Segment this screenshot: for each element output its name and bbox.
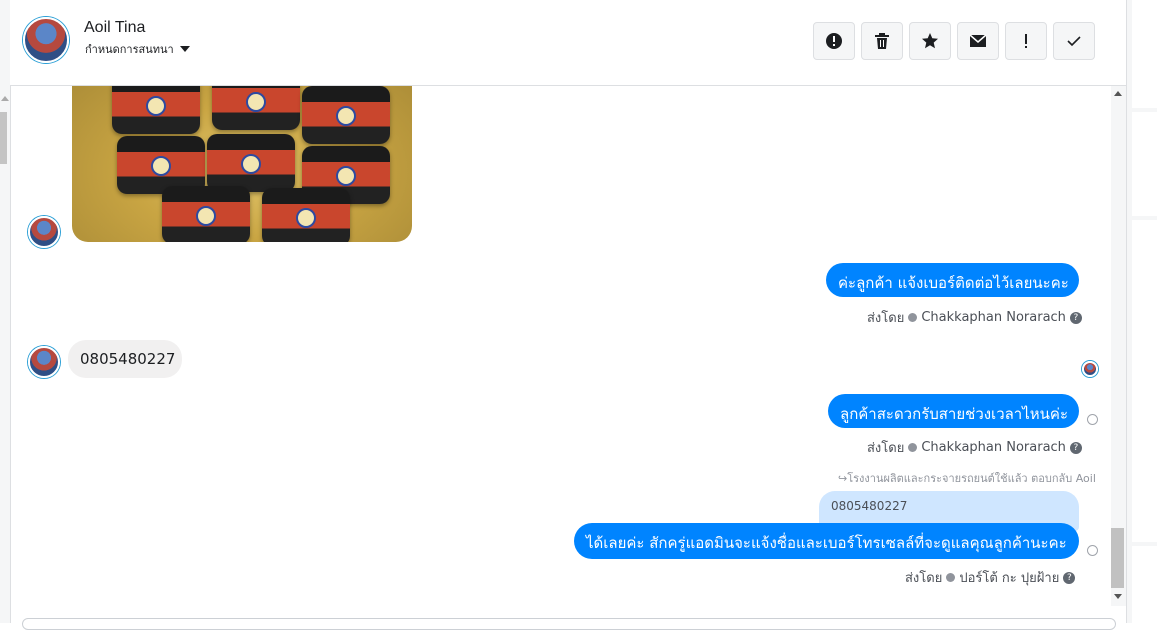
scroll-down-arrow-icon[interactable] <box>1114 594 1122 599</box>
check-circle-icon <box>908 443 918 452</box>
jar-graphic <box>162 186 250 242</box>
question-circle-icon[interactable]: ? <box>1069 441 1082 454</box>
product-photo[interactable] <box>72 86 412 242</box>
scroll-up-arrow-icon[interactable] <box>1114 91 1122 96</box>
message-bubble-incoming: 0805480227 <box>68 340 182 378</box>
chevron-down-icon <box>179 46 190 52</box>
sent-by-line: ส่งโดย Chakkaphan Norarach ? <box>867 307 1082 328</box>
follow-up-button[interactable] <box>1005 22 1047 60</box>
right-side-panel <box>1126 0 1157 623</box>
sent-by-label: ส่งโดย <box>905 571 943 586</box>
exclamation-icon <box>1025 34 1027 48</box>
panel-section <box>1132 546 1157 623</box>
star-icon <box>922 33 938 49</box>
envelope-icon <box>969 34 987 47</box>
left-scrollbar-thumb[interactable] <box>0 112 7 164</box>
sender-avatar[interactable] <box>28 216 60 248</box>
sent-by-line: ส่งโดย Chakkaphan Norarach ? <box>867 437 1082 458</box>
conversation-actions-dropdown[interactable]: กำหนดการสนทนา <box>85 40 190 58</box>
sent-by-line: ส่งโดย ปอร์โต้ กะ ปุยฝ้าย ? <box>905 567 1076 588</box>
jar-graphic <box>207 134 295 192</box>
panel-section <box>1132 220 1157 542</box>
checkmark-icon <box>1067 36 1081 47</box>
trash-icon <box>875 33 889 49</box>
jar-graphic <box>212 86 300 130</box>
agent-name[interactable]: Chakkaphan Norarach <box>921 310 1066 325</box>
message-bubble-outgoing: ได้เลยค่ะ สักครู่แอดมินจะแจ้งชื่อและเบอร… <box>574 523 1079 559</box>
message-bubble-outgoing: ลูกค้าสะดวกรับสายช่วงเวลาไหนค่ะ <box>828 394 1079 428</box>
reply-arrow-icon: ↪ <box>838 472 848 485</box>
panel-section <box>1132 0 1157 108</box>
mark-unread-button[interactable] <box>957 22 999 60</box>
panel-section <box>1132 112 1157 216</box>
reply-composer[interactable] <box>22 618 1116 630</box>
conversation-toolbar <box>813 22 1095 60</box>
reply-meta-text: โรงงานผลิตและกระจายรถยนต์ใช้แล้ว ตอบกลับ… <box>847 472 1096 485</box>
question-circle-icon[interactable]: ? <box>1063 571 1076 584</box>
done-button[interactable] <box>1053 22 1095 60</box>
check-circle-icon <box>946 573 956 582</box>
contact-name[interactable]: Aoil Tina <box>84 19 145 37</box>
delete-button[interactable] <box>861 22 903 60</box>
contact-avatar[interactable] <box>23 17 69 63</box>
jar-graphic <box>262 188 350 242</box>
sent-by-label: ส่งโดย <box>867 311 905 326</box>
agent-name[interactable]: ปอร์โต้ กะ ปุยฝ้าย <box>959 567 1059 588</box>
conversation-actions-label: กำหนดการสนทนา <box>85 43 174 56</box>
check-circle-icon <box>908 313 918 322</box>
jar-graphic <box>112 86 200 134</box>
agent-name[interactable]: Chakkaphan Norarach <box>921 440 1066 455</box>
conversation-header: Aoil Tina กำหนดการสนทนา <box>10 0 1126 86</box>
sender-avatar[interactable] <box>28 346 60 378</box>
reply-meta: ↪โรงงานผลิตและกระจายรถยนต์ใช้แล้ว ตอบกลั… <box>838 469 1096 487</box>
star-button[interactable] <box>909 22 951 60</box>
alert-circle-icon <box>826 33 842 49</box>
scroll-up-arrow-icon[interactable] <box>1 96 9 101</box>
message-thread: ค่ะลูกค้า แจ้งเบอร์ติดต่อไว้เลยนะคะ ส่งโ… <box>10 86 1112 606</box>
read-receipt-avatar <box>1082 361 1098 377</box>
jar-graphic <box>302 86 390 144</box>
sent-by-label: ส่งโดย <box>867 441 905 456</box>
question-circle-icon[interactable]: ? <box>1069 311 1082 324</box>
check-circle-icon <box>1087 545 1098 556</box>
thread-scrollbar[interactable] <box>1111 86 1126 606</box>
message-bubble-outgoing: ค่ะลูกค้า แจ้งเบอร์ติดต่อไว้เลยนะคะ <box>826 263 1079 297</box>
scrollbar-thumb[interactable] <box>1111 528 1124 588</box>
spam-button[interactable] <box>813 22 855 60</box>
check-circle-icon <box>1087 414 1098 425</box>
